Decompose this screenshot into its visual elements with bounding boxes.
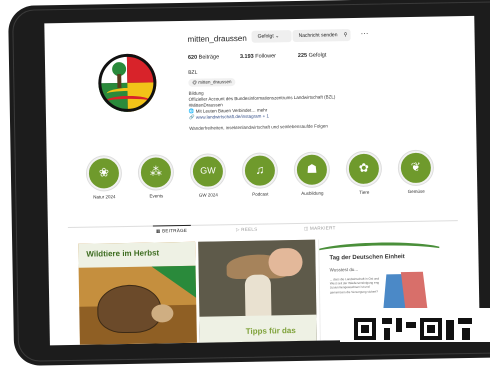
post-title: Tipps für das: [245, 326, 296, 336]
send-message-button[interactable]: Nachricht senden: [292, 29, 347, 43]
highlight-label: Tiere: [359, 189, 370, 195]
tab-reels[interactable]: ▷ REELS: [236, 227, 258, 233]
threads-handle-chip[interactable]: @ mitten_draussen: [188, 78, 236, 87]
highlight-podcast[interactable]: ♫ Podcast: [242, 153, 278, 197]
qr-block: [462, 328, 470, 340]
vegetable-icon: ❦: [410, 159, 422, 174]
qr-block: [361, 325, 369, 333]
following-button[interactable]: Gefolgt ⌄: [251, 30, 292, 43]
tabs-divider: [67, 220, 458, 228]
highlight-circle: ♫: [242, 153, 278, 188]
profile-avatar[interactable]: [97, 53, 157, 113]
highlight-label: Ausbildung: [301, 190, 324, 196]
qr-block: [458, 318, 472, 324]
headphones-icon: ♫: [255, 162, 265, 177]
leaf-icon: ❀: [98, 165, 110, 180]
post-tile[interactable]: Wildtiere im Herbst: [78, 241, 197, 345]
add-person-icon[interactable]: ⚲: [340, 29, 351, 42]
highlight-label: Natur 2024: [93, 194, 116, 200]
highlight-circle: ✿: [346, 151, 382, 187]
highlight-label: Podcast: [252, 191, 269, 197]
highlight-circle: ❦: [398, 150, 434, 186]
followers-count[interactable]: 3.193 Follower: [240, 53, 276, 60]
qr-code: [340, 308, 490, 342]
qr-block: [384, 328, 390, 340]
highlight-label: GW 2024: [198, 192, 218, 198]
post-title: Wildtiere im Herbst: [86, 248, 160, 259]
highlight-tiere[interactable]: ✿ Tiere: [346, 151, 382, 196]
green-corner-decoration: [151, 265, 197, 299]
highlight-circle: GW: [190, 154, 226, 189]
highlight-gw[interactable]: GW GW 2024: [190, 154, 226, 198]
instagram-profile-screen: mitten_draussen Gefolgt ⌄ Nachricht send…: [44, 15, 480, 346]
tab-posts[interactable]: ▦ BEITRÄGE: [156, 228, 187, 235]
highlight-events[interactable]: ⁂ Events: [138, 155, 174, 199]
highlight-gemuese[interactable]: ❦ Gemüse: [398, 150, 434, 195]
hand-image: [268, 247, 303, 277]
qr-block: [382, 318, 392, 324]
tab-tagged[interactable]: ◫ MARKIERT: [304, 225, 336, 232]
more-icon[interactable]: ···: [360, 29, 368, 38]
highlight-label: Events: [149, 193, 164, 199]
student-icon: ☗: [306, 161, 318, 176]
highlight-circle: ❀: [86, 156, 122, 191]
qr-block: [406, 322, 416, 328]
animal-icon: ✿: [358, 160, 370, 175]
highlight-circle: ⁂: [138, 155, 174, 190]
post-tile[interactable]: Tipps für das: [198, 239, 317, 343]
qr-block: [427, 325, 435, 333]
profile-display-name: BZL: [188, 69, 198, 76]
highlight-label: Gemüse: [407, 188, 425, 195]
profile-bio: Bildung Offizieller Account des Bundesin…: [189, 87, 389, 120]
profile-username: mitten_draussen: [187, 33, 247, 44]
post-subtitle: Wusstest du...: [329, 266, 359, 273]
people-icon: ⁂: [149, 164, 163, 179]
qr-block: [446, 320, 454, 340]
qr-block: [396, 318, 402, 332]
highlight-ausbildung[interactable]: ☗ Ausbildung: [294, 152, 330, 196]
post-body-text: ... dass die Landwirtschaft in Ost und W…: [329, 276, 380, 295]
active-tab-indicator: [152, 224, 191, 227]
posts-count[interactable]: 620 Beiträge: [188, 54, 219, 61]
followed-by-text[interactable]: Wanderfreiheiten, insektenlandwirtschaft…: [189, 122, 409, 130]
highlight-circle: ☗: [294, 152, 330, 188]
highlight-natur[interactable]: ❀ Natur 2024: [86, 156, 122, 200]
gw-badge-icon: GW: [200, 165, 216, 176]
following-count[interactable]: 225 Gefolgt: [298, 52, 327, 58]
